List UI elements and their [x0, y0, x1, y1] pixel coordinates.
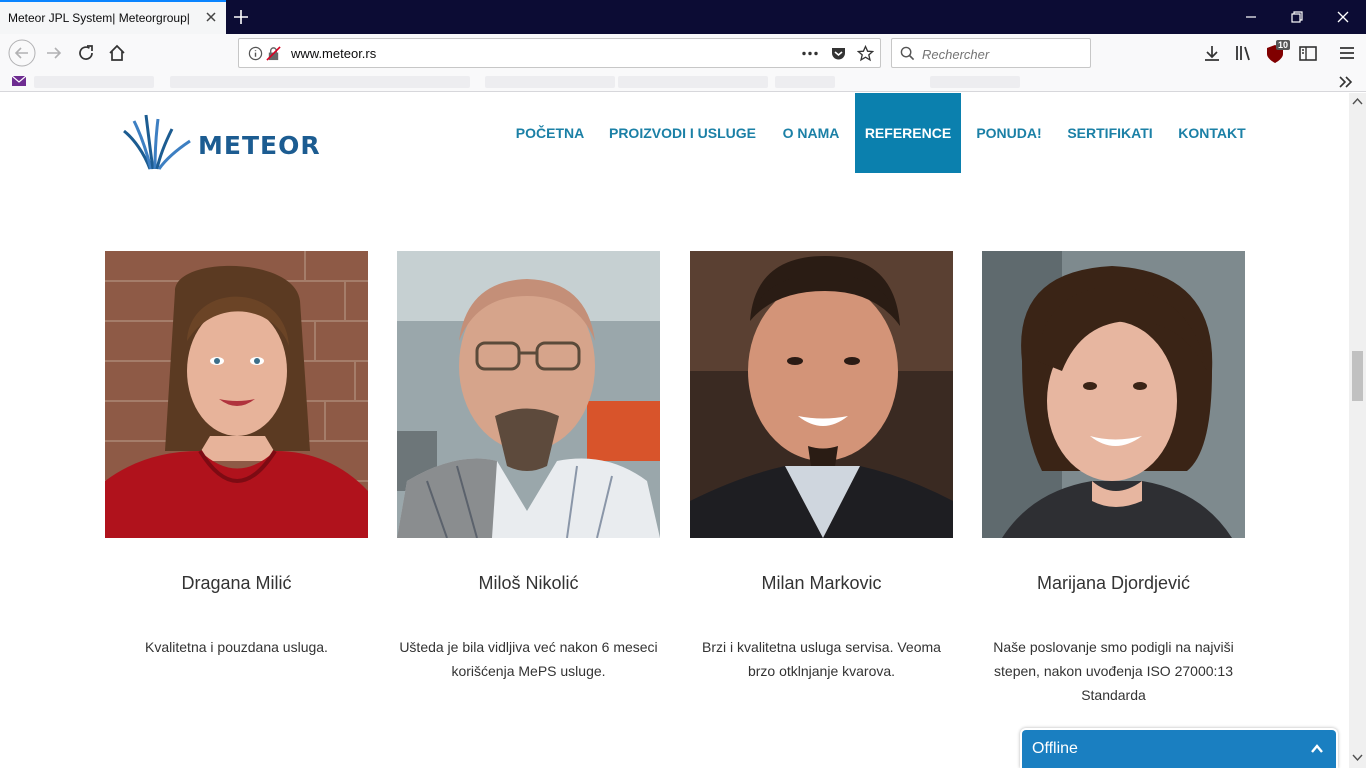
extension-badge: 10 — [1276, 40, 1291, 50]
more-bookmarks-icon[interactable] — [1338, 75, 1354, 89]
bookmark-item[interactable] — [930, 76, 1020, 88]
scroll-up-icon[interactable] — [1352, 97, 1363, 105]
site-logo[interactable]: METEOR — [120, 113, 326, 171]
pocket-icon[interactable] — [830, 45, 847, 62]
chevron-up-icon[interactable] — [1310, 742, 1324, 756]
info-icon[interactable] — [248, 46, 263, 61]
nav-ponuda[interactable]: PONUDA! — [968, 93, 1050, 173]
page-actions-icon[interactable] — [801, 46, 819, 61]
bookmark-item[interactable] — [170, 76, 470, 88]
testimonial-card: Milan Markovic Brzi i kvalitetna usluga … — [690, 251, 953, 679]
search-input[interactable] — [922, 45, 1082, 63]
insecure-lock-icon[interactable] — [266, 46, 281, 61]
nav-reference[interactable]: REFERENCE — [855, 93, 961, 173]
nav-proizvodi-i-usluge[interactable]: PROIZVODI I USLUGE — [602, 93, 763, 173]
chat-status-label: Offline — [1032, 740, 1078, 757]
page-viewport: METEOR POČETNA PROIZVODI I USLUGE O NAMA… — [0, 93, 1349, 768]
bookmark-item[interactable] — [34, 76, 154, 88]
bookmark-item[interactable] — [485, 76, 615, 88]
back-icon[interactable] — [8, 39, 36, 67]
logo-text: METEOR — [198, 131, 321, 160]
reload-icon[interactable] — [74, 41, 98, 65]
testimonial-photo — [690, 251, 953, 538]
testimonial-card: Marijana Djordjević Naše poslovanje smo … — [982, 251, 1245, 703]
chat-widget[interactable]: Offline — [1020, 728, 1338, 768]
testimonial-photo — [397, 251, 660, 538]
meteor-logo-icon — [123, 114, 191, 170]
testimonial-name: Dragana Milić — [181, 573, 292, 593]
nav-sertifikati[interactable]: SERTIFIKATI — [1060, 93, 1160, 173]
close-tab-icon[interactable] — [204, 10, 218, 24]
minimize-icon[interactable] — [1240, 6, 1262, 28]
testimonial-card: Dragana Milić Kvalitetna i pouzdana uslu… — [105, 251, 368, 655]
testimonial-photo — [982, 251, 1245, 538]
testimonial-card: Miloš Nikolić Ušteda je bila vidljiva ve… — [397, 251, 660, 679]
mail-icon[interactable] — [11, 74, 27, 88]
page-scrollbar[interactable] — [1349, 93, 1366, 768]
young-woman-portrait-image — [982, 251, 1245, 538]
search-icon — [900, 46, 915, 61]
testimonial-quote: Kvalitetna i pouzdana usluga. — [145, 639, 328, 655]
testimonial-quote: Brzi i kvalitetna usluga servisa. Veoma … — [702, 639, 941, 679]
sidebar-icon[interactable] — [1296, 41, 1320, 65]
testimonial-quote: Ušteda je bila vidljiva već nakon 6 mese… — [399, 639, 658, 679]
nav-o-nama[interactable]: O NAMA — [773, 93, 849, 173]
bookmarks-toolbar — [0, 72, 1366, 92]
testimonial-name: Miloš Nikolić — [478, 573, 579, 593]
url-bar[interactable]: www.meteor.rs — [238, 38, 881, 68]
bookmark-star-icon[interactable] — [857, 45, 874, 62]
bookmark-item[interactable] — [775, 76, 835, 88]
forward-icon[interactable] — [42, 41, 66, 65]
browser-toolbar: www.meteor.rs 10 — [0, 34, 1366, 72]
url-text: www.meteor.rs — [291, 46, 377, 61]
new-tab-icon[interactable] — [230, 6, 252, 28]
man-glasses-portrait-image — [397, 251, 660, 538]
downloads-icon[interactable] — [1200, 41, 1224, 65]
browser-tab-bar: Meteor JPL System| Meteorgroup| M — [0, 0, 1366, 34]
home-icon[interactable] — [105, 41, 129, 65]
ublock-extension[interactable]: 10 — [1264, 40, 1292, 66]
nav-kontakt[interactable]: KONTAKT — [1170, 93, 1254, 173]
tab-title: Meteor JPL System| Meteorgroup| M — [8, 11, 194, 25]
testimonial-name: Milan Markovic — [761, 573, 882, 593]
testimonial-name: Marijana Djordjević — [1036, 573, 1191, 593]
woman-portrait-image — [105, 251, 368, 538]
restore-icon[interactable] — [1286, 6, 1308, 28]
testimonial-quote: Naše poslovanje smo podigli na najviši s… — [993, 639, 1234, 703]
testimonial-photo — [105, 251, 368, 538]
close-window-icon[interactable] — [1332, 6, 1354, 28]
browser-tab-active[interactable]: Meteor JPL System| Meteorgroup| M — [0, 0, 226, 34]
nav-pocetna[interactable]: POČETNA — [508, 93, 592, 173]
scroll-down-icon[interactable] — [1352, 754, 1363, 762]
library-icon[interactable] — [1232, 41, 1256, 65]
man-goatee-portrait-image — [690, 251, 953, 538]
scroll-thumb[interactable] — [1352, 351, 1363, 401]
search-bar[interactable] — [891, 38, 1091, 68]
menu-icon[interactable] — [1335, 41, 1359, 65]
bookmark-item[interactable] — [618, 76, 768, 88]
